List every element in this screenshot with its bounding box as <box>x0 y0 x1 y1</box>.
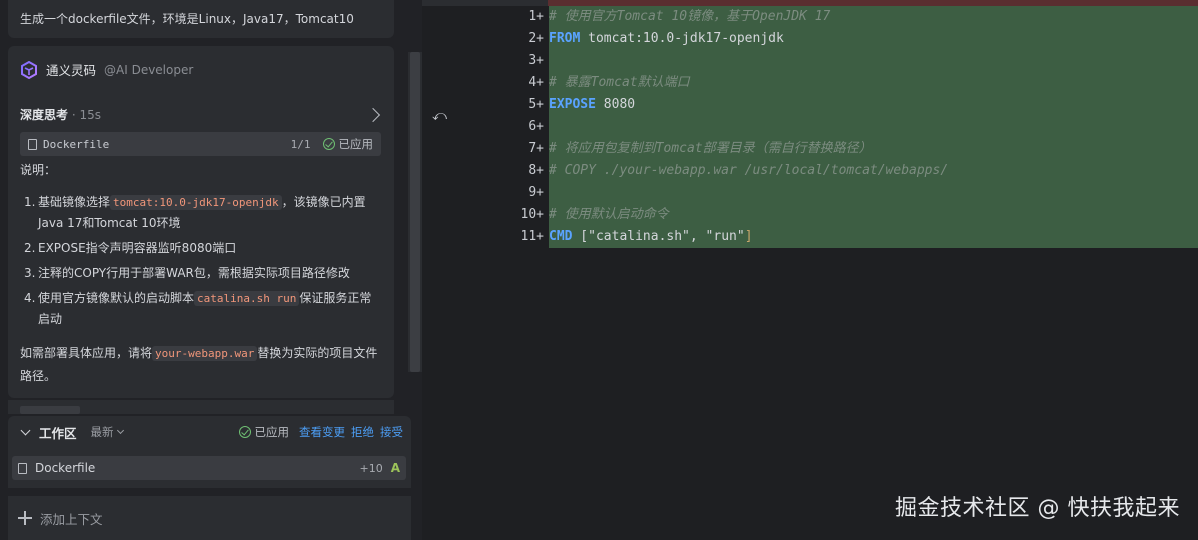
code-token: [ <box>572 229 589 244</box>
line-number: 10+ <box>520 207 544 222</box>
add-context-button[interactable]: 添加上下文 <box>8 496 411 540</box>
code-token: FROM <box>549 31 581 46</box>
workspace-title: 工作区 <box>39 425 77 441</box>
sort-dropdown[interactable]: 最新 <box>91 424 124 440</box>
line-number: 1+ <box>528 9 544 24</box>
code-token: ] <box>744 229 753 244</box>
accept-link[interactable]: 接受 <box>380 424 403 440</box>
code-line[interactable]: EXPOSE 8080 <box>549 94 635 116</box>
next-message-peek <box>8 400 394 414</box>
code-line[interactable]: # 将应用包复制到Tomcat部署目录（需自行替换路径） <box>549 138 872 160</box>
file-chip-name: Dockerfile <box>43 137 110 151</box>
plus-icon <box>18 511 32 525</box>
line-number: 9+ <box>528 185 544 200</box>
chat-scrollbar[interactable] <box>408 52 422 372</box>
inline-code: tomcat:10.0-jdk17-openjdk <box>110 195 282 210</box>
line-number: 2+ <box>528 31 544 46</box>
applied-status: 已应用 <box>322 136 373 152</box>
added-badge: A <box>390 461 400 475</box>
footer-note: 如需部署具体应用，请将 your-webapp.war 替换为实际的项目文件路径。 <box>20 346 378 383</box>
generated-file-chip[interactable]: Dockerfile 1/1 已应用 <box>20 132 381 156</box>
code-token: # COPY ./your-webapp.war /usr/local/tomc… <box>549 163 949 178</box>
user-message: 生成一个dockerfile文件，环境是Linux，Java17，Tomcat1… <box>8 0 394 38</box>
line-number: 3+ <box>528 53 544 68</box>
scrollbar-thumb[interactable] <box>410 52 420 372</box>
line-number: 6+ <box>528 119 544 134</box>
code-token: # 使用默认启动命令 <box>549 207 669 222</box>
check-circle-icon <box>238 426 251 438</box>
code-line[interactable]: # 使用默认启动命令 <box>549 204 669 226</box>
ai-header: 通义灵码 @AI Developer <box>20 60 193 79</box>
deep-think-time: · 15s <box>68 108 101 122</box>
workspace-status: 已应用 <box>238 424 289 440</box>
code-token: # 使用官方Tomcat 10镜像，基于OpenJDK 17 <box>549 9 831 24</box>
reject-link[interactable]: 拒绝 <box>351 424 374 440</box>
code-line[interactable]: FROM tomcat:10.0-jdk17-openjdk <box>549 28 784 50</box>
inline-code: your-webapp.war <box>152 346 258 361</box>
code-token: "catalina.sh" <box>588 229 690 244</box>
revert-icon[interactable]: ⤺ <box>432 108 447 124</box>
chevron-down-icon <box>116 426 124 435</box>
list-item: 2. EXPOSE指令声明容器监听8080端口 <box>24 241 237 255</box>
deep-think-toggle[interactable]: 深度思考 · 15s <box>20 106 384 123</box>
code-token: EXPOSE <box>549 97 596 112</box>
code-line[interactable]: # COPY ./your-webapp.war /usr/local/tomc… <box>549 160 948 182</box>
list-item: 3. 注释的COPY行用于部署WAR包，需根据实际项目路径修改 <box>24 266 350 280</box>
chat-panel: 生成一个dockerfile文件，环境是Linux，Java17，Tomcat1… <box>0 0 422 540</box>
watermark: 掘金技术社区 @ 快扶我起来 <box>895 496 1180 521</box>
file-chip-count: 1/1 <box>290 137 311 151</box>
ai-response-card: 通义灵码 @AI Developer 深度思考 · 15s Dockerfile… <box>8 46 394 398</box>
line-number: 4+ <box>528 75 544 90</box>
file-icon <box>18 462 27 474</box>
ai-name: 通义灵码 <box>46 63 97 78</box>
explain-steps: 1. 基础镜像选择 tomcat:10.0-jdk17-openjdk ，该镜像已内… <box>20 192 380 334</box>
collapse-chevron-icon[interactable] <box>20 425 31 436</box>
code-token: CMD <box>549 229 573 244</box>
line-number: 5+ <box>528 97 544 112</box>
code-token: "run" <box>705 229 745 244</box>
code-line[interactable]: CMD ["catalina.sh", "run"] <box>549 226 753 248</box>
ai-role: @AI Developer <box>104 62 194 77</box>
code-line[interactable]: # 使用官方Tomcat 10镜像，基于OpenJDK 17 <box>549 6 830 28</box>
line-number: 8+ <box>528 163 544 178</box>
workspace-file-row[interactable]: Dockerfile +10 A <box>12 456 406 480</box>
code-token: # 暴露Tomcat默认端口 <box>549 75 690 90</box>
list-item: 4. 使用官方镜像默认的启动脚本 catalina.sh run 保证服务正常启动 <box>24 291 372 326</box>
add-context-label: 添加上下文 <box>40 511 103 527</box>
workspace-panel: 工作区 最新 已应用 查看变更 拒绝 接受 Dockerfile +10 A <box>8 416 411 488</box>
code-token: , <box>689 229 706 244</box>
inline-code: catalina.sh run <box>194 291 300 306</box>
deep-think-title: 深度思考 · 15s <box>20 108 101 122</box>
chevron-right-icon <box>365 107 381 122</box>
view-changes-link[interactable]: 查看变更 <box>299 424 345 440</box>
workspace-actions: 已应用 查看变更 拒绝 接受 <box>238 424 403 440</box>
workspace-header: 工作区 最新 已应用 查看变更 拒绝 接受 <box>8 416 411 448</box>
code-token: # 将应用包复制到Tomcat部署目录（需自行替换路径） <box>549 141 872 156</box>
code-line[interactable]: # 暴露Tomcat默认端口 <box>549 72 690 94</box>
tongyi-logo-icon <box>21 60 37 79</box>
code-editor[interactable]: ⤺ 1+ # 使用官方Tomcat 10镜像，基于OpenJDK 17 2+ FROM… <box>422 0 1198 540</box>
list-item: 1. 基础镜像选择 tomcat:10.0-jdk17-openjdk ，该镜像已内… <box>24 195 366 230</box>
line-number: 7+ <box>528 141 544 156</box>
code-token: 8080 <box>595 97 636 112</box>
code-token: tomcat:10.0-jdk17-openjdk <box>580 31 784 46</box>
explain-label: 说明： <box>20 163 57 177</box>
user-message-text: 生成一个dockerfile文件，环境是Linux，Java17，Tomcat1… <box>20 12 354 26</box>
line-number: 11+ <box>520 229 544 244</box>
file-icon <box>28 138 37 150</box>
check-circle-icon <box>322 138 335 150</box>
diff-count: +10 <box>359 461 383 475</box>
workspace-file-name: Dockerfile <box>35 461 96 475</box>
